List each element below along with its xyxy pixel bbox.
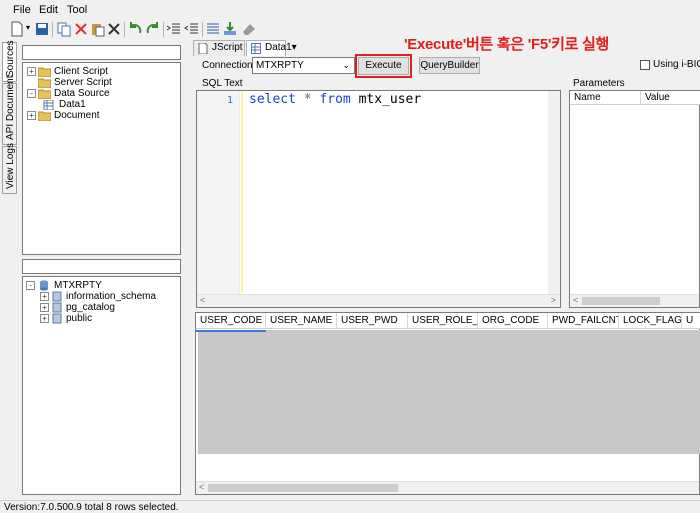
tab-data1[interactable]: Data1▾ <box>246 40 297 56</box>
source-tree-label: Data1 <box>59 99 86 110</box>
grid-column-header[interactable]: LOCK_FLAG <box>619 313 682 329</box>
grid-icon <box>251 43 261 54</box>
grid-selection-marker <box>196 330 266 332</box>
grid-column-header[interactable]: U <box>682 313 700 329</box>
menu-file[interactable]: File <box>13 4 31 16</box>
db-search-input[interactable] <box>22 259 181 274</box>
expand-icon[interactable]: + <box>27 111 36 120</box>
outdent-icon[interactable] <box>184 21 200 37</box>
tab-api-document[interactable]: API Document <box>2 76 17 145</box>
sql-keyword-select: select <box>249 92 296 107</box>
source-tree-label: Server Script <box>54 77 112 88</box>
data-grid-icon <box>43 100 54 110</box>
grid-column-header[interactable]: USER_CODE <box>196 313 266 329</box>
source-tree-item[interactable]: + Document <box>27 110 167 122</box>
status-bar: Version:7.0.500.9 total 8 rows selected. <box>0 500 700 513</box>
line-number: 1 <box>227 95 234 106</box>
parameters-label: Parameters <box>573 78 625 89</box>
undo-icon[interactable] <box>127 21 143 37</box>
document-icon <box>198 43 208 54</box>
eraser-icon[interactable] <box>241 21 257 37</box>
menu-edit[interactable]: Edit <box>39 4 58 16</box>
scroll-thumb[interactable] <box>582 297 660 305</box>
save-icon[interactable] <box>34 21 50 37</box>
sql-horizontal-scrollbar[interactable]: < > <box>197 294 560 307</box>
redo-icon[interactable] <box>145 21 161 37</box>
scroll-left-icon[interactable]: < <box>199 482 204 492</box>
using-ibig-label: Using i-BIG <box>653 59 700 70</box>
scroll-left-icon[interactable]: < <box>200 295 205 305</box>
folder-icon <box>38 89 51 99</box>
schema-icon <box>52 291 62 302</box>
grid-column-header[interactable]: PWD_FAILCNT <box>548 313 619 329</box>
cut-icon[interactable] <box>73 21 89 37</box>
menu-bar: File Edit Tool <box>0 0 700 20</box>
connection-label: Connection <box>202 60 253 71</box>
status-text: Version:7.0.500.9 total 8 rows selected. <box>4 502 179 513</box>
grid-horizontal-scrollbar[interactable]: < <box>196 481 699 494</box>
menu-tool[interactable]: Tool <box>67 4 87 16</box>
sql-text-label: SQL Text <box>202 78 243 89</box>
schema-icon <box>52 313 62 324</box>
source-tree-label: Client Script <box>54 66 108 77</box>
delete-icon[interactable] <box>106 21 122 37</box>
parameters-table: Name Value < <box>569 90 700 308</box>
folder-icon <box>38 78 51 88</box>
caret-column <box>241 91 243 293</box>
sql-table-name: mtx_user <box>358 92 422 107</box>
chevron-down-icon: ⌄ <box>342 60 350 70</box>
param-col-value[interactable]: Value <box>641 91 700 105</box>
source-tree-label: Data Source <box>54 88 110 99</box>
result-grid: < USER_CODEUSER_NAMEUSER_PWDUSER_ROLE_NO… <box>195 312 700 495</box>
copy-icon[interactable] <box>56 21 72 37</box>
param-col-name[interactable]: Name <box>570 91 641 105</box>
db-tree: - MTXRPTY + information_schema + pg_cata… <box>22 276 181 495</box>
annotation-text: 'Execute'버튼 혹은 'F5'키로 실행 <box>404 36 610 53</box>
query-builder-button[interactable]: QueryBuilder <box>419 57 480 74</box>
scroll-left-icon[interactable]: < <box>573 295 578 305</box>
folder-icon <box>38 67 51 77</box>
connection-select[interactable]: MTXRPTY ⌄ <box>252 57 355 74</box>
indent-icon[interactable] <box>166 21 182 37</box>
align-icon[interactable] <box>205 21 221 37</box>
new-dropdown-icon[interactable]: ▾ <box>26 23 30 32</box>
grid-column-header[interactable]: USER_ROLE_NO <box>408 313 478 329</box>
grid-column-header[interactable]: USER_PWD <box>337 313 408 329</box>
schema-icon <box>52 302 62 313</box>
collapse-icon[interactable]: - <box>27 89 36 98</box>
paste-icon[interactable] <box>90 21 106 37</box>
source-search-input[interactable] <box>22 45 181 60</box>
source-tree: + Client Script Server Script - Data Source D… <box>22 62 181 255</box>
scroll-thumb[interactable] <box>208 484 398 492</box>
expand-icon[interactable]: + <box>27 67 36 76</box>
sql-star: * <box>303 92 312 107</box>
line-gutter <box>197 91 240 295</box>
db-schema-public[interactable]: + public <box>40 313 180 325</box>
grid-column-header[interactable]: ORG_CODE <box>478 313 548 329</box>
new-file-icon[interactable] <box>9 21 25 37</box>
grid-column-header[interactable]: USER_NAME <box>266 313 337 329</box>
grid-body[interactable] <box>198 330 700 454</box>
source-tree-label: Document <box>54 110 100 121</box>
folder-icon <box>38 111 51 121</box>
tab-jscript[interactable]: JScript <box>193 40 245 56</box>
sql-vertical-scrollbar[interactable] <box>548 91 560 295</box>
side-tabs: Sources API Document View Logs <box>0 40 18 500</box>
sql-code[interactable]: select * from mtx_user <box>249 92 421 107</box>
import-icon[interactable] <box>222 21 238 37</box>
using-ibig-checkbox[interactable] <box>640 60 650 70</box>
scroll-right-icon[interactable]: > <box>551 295 556 305</box>
sql-keyword-from: from <box>319 92 351 107</box>
sql-editor[interactable]: 1 select * from mtx_user < > <box>196 90 561 308</box>
param-horizontal-scrollbar[interactable]: < <box>570 294 699 307</box>
tab-view-logs[interactable]: View Logs <box>2 143 17 194</box>
execute-highlight-box <box>355 54 412 78</box>
